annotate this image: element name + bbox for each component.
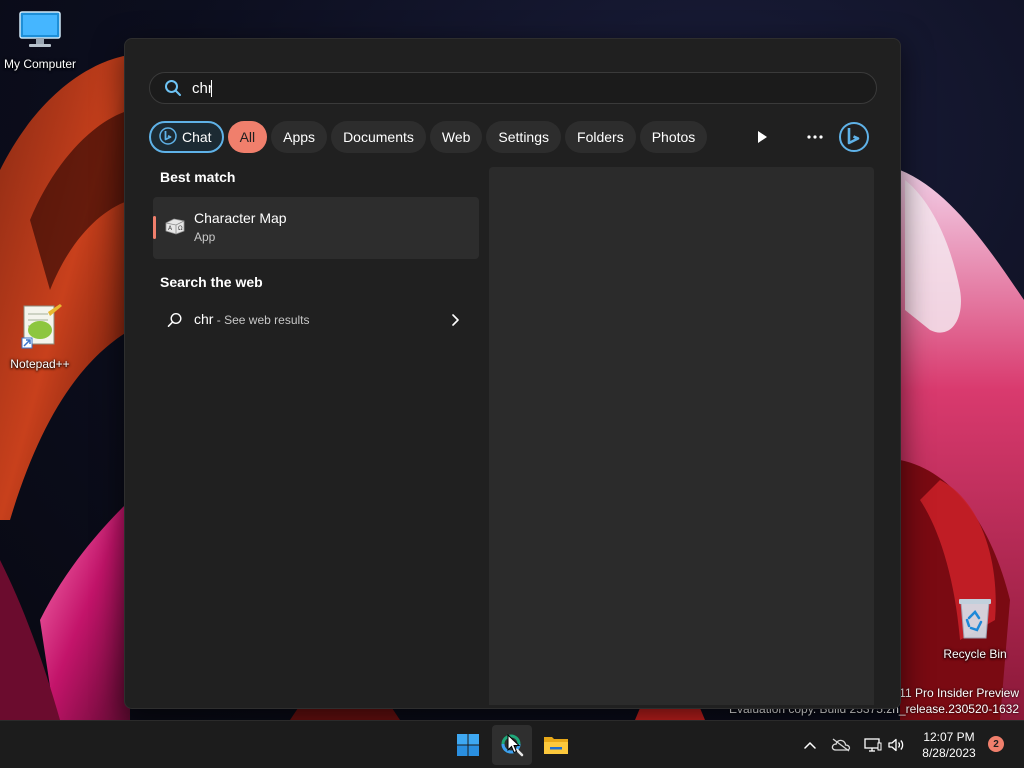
filter-label: Photos [651, 129, 696, 145]
search-filter-pills: Chat All Apps Documents Web Settings Fol… [149, 121, 711, 153]
filter-folders[interactable]: Folders [565, 121, 636, 153]
file-explorer-button[interactable] [536, 725, 576, 765]
volume-icon [888, 738, 904, 752]
volume-button[interactable] [887, 735, 905, 755]
results-column: Best match A Ω Character Map App Search … [153, 169, 479, 338]
onedrive-button[interactable] [831, 735, 851, 755]
notepad-plus-plus-icon [0, 302, 80, 353]
character-map-icon: A Ω [164, 217, 186, 240]
filter-settings[interactable]: Settings [486, 121, 562, 153]
bing-icon [839, 122, 869, 152]
filter-web[interactable]: Web [429, 121, 483, 153]
filter-label: Chat [182, 129, 212, 145]
svg-text:Ω: Ω [178, 225, 183, 232]
notification-badge[interactable]: 2 [988, 736, 1004, 752]
search-box[interactable] [149, 72, 877, 104]
search-panel: Chat All Apps Documents Web Settings Fol… [124, 38, 901, 709]
web-search-result[interactable]: chr - See web results [153, 300, 479, 338]
filter-label: Documents [343, 129, 414, 145]
filter-documents[interactable]: Documents [331, 121, 426, 153]
bing-button[interactable] [837, 121, 871, 153]
bing-chat-icon [159, 126, 177, 148]
recycle-bin-icon [935, 596, 1015, 643]
result-preview-pane [489, 167, 874, 705]
filter-all[interactable]: All [227, 121, 268, 153]
filter-photos[interactable]: Photos [639, 121, 708, 153]
cloud-off-icon [831, 738, 851, 752]
filter-apps[interactable]: Apps [271, 121, 328, 153]
monitor-icon [0, 10, 80, 53]
more-filters-button[interactable] [751, 121, 773, 153]
taskbar-clock[interactable]: 12:07 PM 8/28/2023 [914, 729, 984, 761]
windows-start-icon [457, 734, 479, 756]
folder-icon [544, 737, 568, 754]
filter-label: Web [441, 129, 471, 145]
clock-date: 8/28/2023 [922, 746, 976, 760]
web-query: chr - See web results [194, 311, 310, 327]
filter-chat[interactable]: Chat [149, 121, 224, 153]
search-web-heading: Search the web [160, 274, 263, 290]
web-query-text: chr [194, 311, 214, 327]
desktop-icon-recycle-bin[interactable]: Recycle Bin [935, 596, 1015, 661]
network-icon [864, 738, 882, 752]
filter-label: Folders [577, 129, 624, 145]
web-query-suffix: - See web results [213, 313, 310, 327]
chevron-right-icon [451, 313, 459, 331]
play-arrow-icon [758, 131, 767, 143]
filter-label: Apps [283, 129, 316, 145]
options-button[interactable] [803, 121, 827, 153]
ellipsis-icon [807, 135, 823, 139]
clock-time: 12:07 PM [923, 730, 975, 744]
filter-label: Settings [498, 129, 550, 145]
search-icon [167, 312, 183, 333]
desktop-icon-label: Recycle Bin [943, 647, 1007, 661]
show-hidden-icons-button[interactable] [802, 735, 818, 755]
result-name: Character Map [194, 210, 287, 226]
text-caret [211, 79, 212, 97]
result-type: App [194, 230, 216, 244]
search-icon [164, 79, 182, 97]
desktop-icon-label: My Computer [3, 57, 77, 71]
filter-label: All [239, 129, 256, 145]
desktop-icon-notepad-plus-plus[interactable]: Notepad++ [0, 302, 80, 371]
best-match-result[interactable]: A Ω Character Map App [153, 197, 479, 259]
desktop-icon-my-computer[interactable]: My Computer [0, 10, 80, 71]
desktop-icon-label: Notepad++ [10, 357, 70, 371]
mouse-cursor [507, 733, 521, 759]
search-input[interactable] [192, 79, 212, 97]
best-match-heading: Best match [160, 169, 236, 185]
start-button[interactable] [448, 725, 488, 765]
network-button[interactable] [864, 735, 882, 755]
selection-accent [153, 216, 156, 239]
chevron-up-icon [804, 741, 816, 749]
